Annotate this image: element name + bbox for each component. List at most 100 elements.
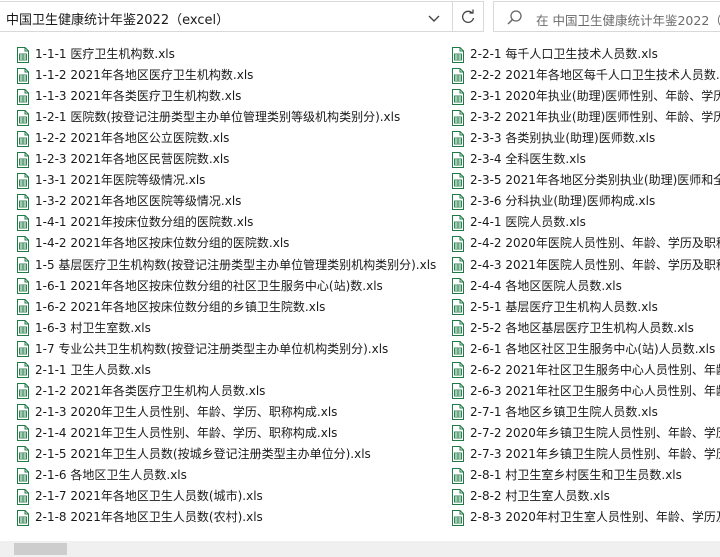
scrollbar-thumb[interactable] [14, 543, 67, 555]
excel-file-icon [16, 509, 30, 526]
file-item[interactable]: 2-6-2 2021年社区卫生服务中心人员性别、年龄、学历及职称构成.xls [451, 360, 720, 381]
excel-file-icon [451, 257, 465, 273]
file-item[interactable]: 1-6-3 村卫生室数.xls [16, 318, 151, 339]
excel-file-icon [16, 362, 30, 379]
excel-file-icon [16, 193, 30, 210]
file-item[interactable]: 2-4-1 医院人员数.xls [451, 212, 586, 233]
file-item[interactable]: 1-1-3 2021年各类医疗卫生机构数.xls [16, 86, 241, 107]
file-item[interactable]: 2-4-3 2021年医院人员性别、年龄、学历及职称构成.xls [451, 255, 720, 276]
file-item[interactable]: 2-1-6 各地区卫生人员数.xls [16, 465, 187, 486]
file-item[interactable]: 1-4-2 2021年各地区按床位数分组的医院数.xls [16, 233, 289, 254]
file-item[interactable]: 2-1-4 2021年卫生人员性别、年龄、学历、职称构成.xls [16, 423, 337, 444]
excel-file-icon [16, 404, 30, 421]
file-item[interactable]: 2-1-1 卫生人员数.xls [16, 360, 151, 381]
file-item[interactable]: 2-7-1 各地区乡镇卫生院人员数.xls [451, 402, 658, 423]
excel-file-icon [451, 235, 465, 252]
excel-file-icon [451, 362, 465, 379]
file-name: 2-1-3 2020年卫生人员性别、年龄、学历、职称构成.xls [35, 404, 338, 419]
file-name: 2-2-1 每千人口卫生技术人员数.xls [470, 47, 658, 61]
file-name: 1-2-3 2021年各地区民营医院数.xls [35, 152, 230, 167]
file-name: 1-3-2 2021年各地区医院等级情况.xls [35, 194, 242, 209]
excel-file-icon [451, 46, 465, 63]
file-item[interactable]: 1-6-2 2021年各地区按床位数分组的乡镇卫生院数.xls [16, 297, 325, 318]
excel-file-icon [16, 425, 30, 442]
file-name: 2-8-2 村卫生室人员数.xls [470, 489, 610, 504]
excel-file-icon [16, 172, 30, 189]
file-name: 2-1-1 卫生人员数.xls [35, 362, 151, 377]
file-item[interactable]: 2-3-3 各类别执业(助理)医师数.xls [451, 128, 655, 149]
file-name: 2-4-2 2020年医院人员性别、年龄、学历及职称构成.xls [470, 236, 720, 251]
file-item[interactable]: 2-3-6 分科执业(助理)医师构成.xls [451, 191, 655, 212]
file-name: 1-4-1 2021年按床位数分组的医院数.xls [35, 215, 254, 230]
file-name: 1-1-3 2021年各类医疗卫生机构数.xls [35, 89, 242, 104]
file-item[interactable]: 2-7-2 2020年乡镇卫生院人员性别、年龄、学历及职称构成.xls [451, 423, 720, 444]
file-item[interactable]: 2-1-5 2021年卫生人员数(按城乡登记注册类型主办单位分).xls [16, 444, 371, 465]
file-item[interactable]: 2-6-3 2021年社区卫生服务中心人员性别、年龄、学历及职称构成.xls [451, 381, 720, 402]
search-icon [506, 9, 524, 27]
excel-file-icon [16, 67, 30, 84]
file-item[interactable]: 2-4-2 2020年医院人员性别、年龄、学历及职称构成.xls [451, 233, 720, 254]
excel-file-icon [16, 88, 30, 105]
file-name: 1-2-1 医院数(按登记注册类型主办单位管理类别等级机构类别分).xls [35, 110, 401, 125]
file-item[interactable]: 2-6-1 各地区社区卫生服务中心(站)人员数.xls [451, 339, 715, 360]
file-item[interactable]: 1-5 基层医疗卫生机构数(按登记注册类型主办单位管理类别机构类别分).xls [16, 255, 436, 276]
file-item[interactable]: 2-5-2 各地区基层医疗卫生机构人员数.xls [451, 318, 694, 339]
file-name: 2-3-1 2020年执业(助理)医师性别、年龄、学历及职称构成.xls [470, 89, 720, 104]
file-list: 1-1-1 医疗卫生机构数.xls 1-1-2 2021年各地区医疗卫生机构数.x… [0, 34, 720, 541]
file-item[interactable]: 2-1-3 2020年卫生人员性别、年龄、学历、职称构成.xls [16, 402, 337, 423]
file-item[interactable]: 2-4-4 各地区医院人员数.xls [451, 276, 622, 297]
chevron-down-icon[interactable] [424, 8, 444, 28]
excel-file-icon [16, 383, 30, 400]
file-item[interactable]: 2-8-2 村卫生室人员数.xls [451, 486, 610, 507]
file-item[interactable]: 2-5-1 基层医疗卫生机构人员数.xls [451, 297, 658, 318]
file-item[interactable]: 2-2-1 每千人口卫生技术人员数.xls [451, 44, 658, 65]
file-name: 2-5-2 各地区基层医疗卫生机构人员数.xls [470, 320, 694, 335]
excel-file-icon [451, 193, 465, 210]
excel-file-icon [451, 341, 465, 358]
file-item[interactable]: 1-1-1 医疗卫生机构数.xls [16, 44, 175, 65]
file-name: 2-2-2 2021年各地区每千人口卫生技术人员数.xls [470, 68, 720, 83]
file-item[interactable]: 2-3-5 2021年各地区分类别执业(助理)医师和全科医生数.xls [451, 170, 720, 191]
file-name: 1-6-2 2021年各地区按床位数分组的乡镇卫生院数.xls [35, 299, 326, 314]
file-item[interactable]: 2-1-8 2021年各地区卫生人员数(农村).xls [16, 507, 263, 528]
file-name: 2-1-7 2021年各地区卫生人员数(城市).xls [35, 489, 263, 504]
excel-file-icon [16, 467, 30, 484]
file-item[interactable]: 1-2-2 2021年各地区公立医院数.xls [16, 128, 229, 149]
file-item[interactable]: 1-7 专业公共卫生机构数(按登记注册类型主办单位机构类别分).xls [16, 339, 388, 360]
excel-file-icon [16, 151, 30, 168]
file-name: 2-1-4 2021年卫生人员性别、年龄、学历、职称构成.xls [35, 425, 338, 440]
file-item[interactable]: 2-8-3 2020年村卫生室人员性别、年龄、学历及职称构成.xls [451, 507, 720, 528]
file-name: 2-3-2 2021年执业(助理)医师性别、年龄、学历及职称构成.xls [470, 110, 720, 125]
refresh-button[interactable] [453, 1, 484, 32]
file-item[interactable]: 2-2-2 2021年各地区每千人口卫生技术人员数.xls [451, 65, 720, 86]
horizontal-scrollbar[interactable] [0, 541, 720, 557]
file-name: 2-4-4 各地区医院人员数.xls [470, 278, 622, 293]
file-item[interactable]: 1-6-1 2021年各地区按床位数分组的社区卫生服务中心(站)数.xls [16, 276, 383, 297]
address-path[interactable]: 中国卫生健康统计年鉴2022（excel） [6, 9, 229, 28]
file-name: 2-8-3 2020年村卫生室人员性别、年龄、学历及职称构成.xls [470, 510, 720, 525]
file-item[interactable]: 1-3-2 2021年各地区医院等级情况.xls [16, 191, 241, 212]
file-item[interactable]: 2-7-3 2021年乡镇卫生院人员性别、年龄、学历及职称构成.xls [451, 444, 720, 465]
excel-file-icon [451, 130, 465, 147]
file-item[interactable]: 2-1-2 2021年各类医疗卫生机构人员数.xls [16, 381, 265, 402]
search-input[interactable]: 在 中国卫生健康统计年鉴2022（e [536, 10, 720, 29]
file-item[interactable]: 1-2-3 2021年各地区民营医院数.xls [16, 149, 229, 170]
excel-file-icon [16, 299, 30, 316]
file-item[interactable]: 1-1-2 2021年各地区医疗卫生机构数.xls [16, 65, 253, 86]
file-item[interactable]: 2-3-1 2020年执业(助理)医师性别、年龄、学历及职称构成.xls [451, 86, 720, 107]
refresh-icon [459, 8, 477, 26]
file-name: 1-3-1 2021年医院等级情况.xls [35, 173, 206, 188]
file-item[interactable]: 2-3-4 全科医生数.xls [451, 149, 586, 170]
file-name: 2-7-3 2021年乡镇卫生院人员性别、年龄、学历及职称构成.xls [470, 446, 720, 461]
file-item[interactable]: 1-4-1 2021年按床位数分组的医院数.xls [16, 212, 253, 233]
file-item[interactable]: 2-8-1 村卫生室乡村医生和卫生员数.xls [451, 465, 682, 486]
file-item[interactable]: 2-1-7 2021年各地区卫生人员数(城市).xls [16, 486, 263, 507]
file-item[interactable]: 1-3-1 2021年医院等级情况.xls [16, 170, 205, 191]
file-name: 2-6-2 2021年社区卫生服务中心人员性别、年龄、学历及职称构成.xls [470, 362, 720, 377]
search-box[interactable]: 在 中国卫生健康统计年鉴2022（e [493, 1, 720, 32]
file-item[interactable]: 2-3-2 2021年执业(助理)医师性别、年龄、学历及职称构成.xls [451, 107, 720, 128]
address-bar[interactable]: 中国卫生健康统计年鉴2022（excel） [0, 1, 453, 32]
file-item[interactable]: 1-2-1 医院数(按登记注册类型主办单位管理类别等级机构类别分).xls [16, 107, 400, 128]
file-name: 2-4-3 2021年医院人员性别、年龄、学历及职称构成.xls [470, 257, 720, 272]
excel-file-icon [16, 341, 30, 358]
